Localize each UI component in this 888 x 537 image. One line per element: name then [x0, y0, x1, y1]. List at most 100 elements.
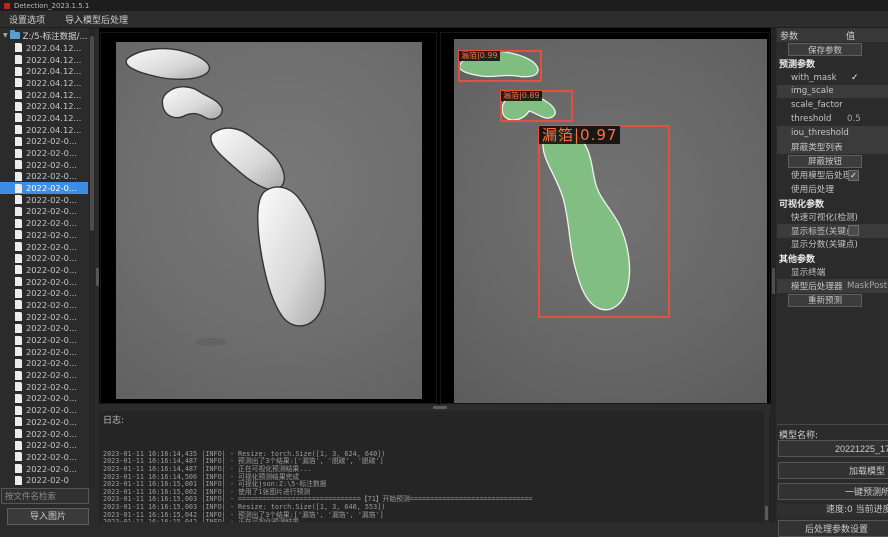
predict-all-button[interactable]: 一键预测所有图片: [778, 483, 888, 500]
file-tree: ▼ Z:/5-标注数据/... 2022.04.12... 2022.04.12…: [0, 29, 88, 487]
file-icon: [15, 347, 22, 356]
tree-item[interactable]: 2022-02-0...: [0, 206, 88, 218]
model-name-field[interactable]: 20221225_174813: [778, 440, 888, 457]
tree-item[interactable]: 2022-02-0...: [0, 428, 88, 440]
param-row[interactable]: scale_factor: [777, 98, 888, 112]
tree-item[interactable]: 2022-02-0...: [0, 451, 88, 463]
param-row[interactable]: iou_threshold: [777, 126, 888, 140]
param-row[interactable]: 屏蔽类型列表: [777, 140, 888, 154]
horizontal-splitter[interactable]: [99, 404, 771, 411]
param-row[interactable]: 显示终端: [777, 265, 888, 279]
tree-item[interactable]: 2022-02-0...: [0, 381, 88, 393]
log-scrollbar[interactable]: [764, 411, 769, 522]
tree-item[interactable]: 2022-02-0...: [0, 252, 88, 264]
tree-item[interactable]: 2022-02-0...: [0, 217, 88, 229]
tree-scrollbar-handle[interactable]: [90, 36, 94, 231]
load-model-button[interactable]: 加载模型: [778, 462, 888, 479]
tree-item[interactable]: 2022-02-0...: [0, 439, 88, 451]
tree-item[interactable]: 2022-02-0...: [0, 323, 88, 335]
source-image-viewport[interactable]: [100, 32, 437, 404]
menu-import-post[interactable]: 导入模型后处理: [65, 13, 128, 26]
tree-item[interactable]: 2022-02-0...: [0, 264, 88, 276]
tree-item[interactable]: 2022.04.12...: [0, 54, 88, 66]
tree-item[interactable]: 2022-02-0...: [0, 136, 88, 148]
tree-item[interactable]: 2022-02-0...: [0, 299, 88, 311]
speed-status: 速度:0 当前进度:: [778, 504, 888, 517]
detection-label: 漏箔|0.89: [501, 91, 542, 101]
params-button[interactable]: 保存参数: [788, 43, 862, 56]
tree-item[interactable]: 2022-02-0...: [0, 416, 88, 428]
file-icon: [15, 265, 22, 274]
tree-item[interactable]: 2022-02-0...: [0, 334, 88, 346]
log-panel[interactable]: 日志: 2023-01-11 16:16:14,435 |INFO| - Res…: [99, 411, 771, 522]
tree-item[interactable]: 2022-02-0...: [0, 276, 88, 288]
tree-scrollbar[interactable]: [89, 28, 95, 488]
tree-item[interactable]: 2022-02-0...: [0, 311, 88, 323]
tree-item-label: 2022-02-0...: [26, 195, 77, 205]
tree-item[interactable]: 2022-02-0...: [0, 159, 88, 171]
file-icon: [15, 149, 22, 158]
tree-item[interactable]: 2022.04.12...: [0, 100, 88, 112]
file-icon: [15, 242, 22, 251]
post-process-settings-button[interactable]: 后处理参数设置: [778, 520, 888, 537]
tree-item[interactable]: 2022-02-0...: [0, 346, 88, 358]
tree-item[interactable]: 2022-02-0...: [0, 171, 88, 183]
tree-item[interactable]: 2022-02-0...: [0, 194, 88, 206]
tree-item[interactable]: 2022-02-0: [0, 474, 88, 486]
tree-item-label: 2022-02-0...: [26, 335, 77, 345]
param-row[interactable]: with_mask✓: [777, 71, 888, 85]
param-value: 0.5: [847, 114, 861, 124]
tree-item[interactable]: 2022-02-0...: [0, 287, 88, 299]
tree-item[interactable]: 2022-02-0...: [0, 393, 88, 405]
import-images-button[interactable]: 导入图片: [7, 508, 89, 525]
log-title: 日志:: [99, 411, 771, 428]
log-scrollbar-handle[interactable]: [765, 506, 768, 520]
tree-item[interactable]: 2022-02-0...: [0, 182, 88, 194]
horizontal-splitter-grip[interactable]: [433, 406, 447, 409]
tree-item[interactable]: 2022.04.12...: [0, 77, 88, 89]
file-icon: [15, 441, 22, 450]
tree-root[interactable]: ▼ Z:/5-标注数据/...: [0, 29, 88, 42]
prediction-image-viewport[interactable]: 漏箔|0.99漏箔|0.89漏箔|0.97: [440, 32, 770, 404]
param-label: threshold: [791, 114, 831, 124]
file-icon: [15, 429, 22, 438]
param-label: 使用后处理: [791, 183, 834, 195]
tree-item[interactable]: 2022-02-0...: [0, 358, 88, 370]
param-row[interactable]: 显示分数(关键点): [777, 238, 888, 252]
checkbox[interactable]: [848, 225, 859, 236]
tree-item[interactable]: 2022-02-0...: [0, 404, 88, 416]
tree-item[interactable]: 2022-02-0...: [0, 147, 88, 159]
param-row[interactable]: 显示标签(关键点): [777, 224, 888, 238]
param-row[interactable]: 使用模型后处理✓: [777, 169, 888, 183]
params-button[interactable]: 屏蔽按钮: [788, 155, 862, 168]
tree-item[interactable]: 2022-02-0...: [0, 229, 88, 241]
params-scrollbar[interactable]: [771, 28, 776, 522]
param-row[interactable]: 使用后处理: [777, 182, 888, 196]
tree-item-label: 2022-02-0...: [26, 136, 77, 146]
tree-item[interactable]: 2022.04.12...: [0, 124, 88, 136]
checkbox[interactable]: ✓: [848, 170, 859, 181]
tree-item[interactable]: 2022.04.12...: [0, 65, 88, 77]
tree-item[interactable]: 2022-02-0...: [0, 463, 88, 475]
params-button[interactable]: 重新预测: [788, 294, 862, 307]
file-icon: [15, 113, 22, 122]
log-lines: 2023-01-11 16:16:14,435 |INFO| - Resize:…: [99, 428, 771, 522]
param-row[interactable]: img_scale: [777, 85, 888, 99]
tree-item[interactable]: 2022-02-0...: [0, 241, 88, 253]
file-icon: [15, 300, 22, 309]
param-row[interactable]: 模型后处理器MaskPostPro: [777, 279, 888, 293]
param-row[interactable]: threshold 0.5: [777, 112, 888, 126]
params-rows: 保存参数预测参数with_mask✓img_scalescale_factort…: [777, 42, 888, 308]
search-input[interactable]: [1, 488, 89, 504]
tree-item[interactable]: 2022.04.12...: [0, 89, 88, 101]
params-scrollbar-handle[interactable]: [772, 268, 775, 294]
folder-icon: [10, 32, 20, 39]
tree-item[interactable]: 2022.04.12...: [0, 42, 88, 54]
tree-item[interactable]: 2022-02-0...: [0, 369, 88, 381]
detection-label: 漏箔|0.97: [539, 126, 620, 144]
param-row[interactable]: 快速可视化(检测): [777, 210, 888, 224]
menu-settings[interactable]: 设置选项: [9, 13, 45, 26]
tree-item-label: 2022-02-0: [26, 475, 69, 485]
tree-item[interactable]: 2022.04.12...: [0, 112, 88, 124]
tree-item-label: 2022.04.12...: [26, 43, 81, 53]
